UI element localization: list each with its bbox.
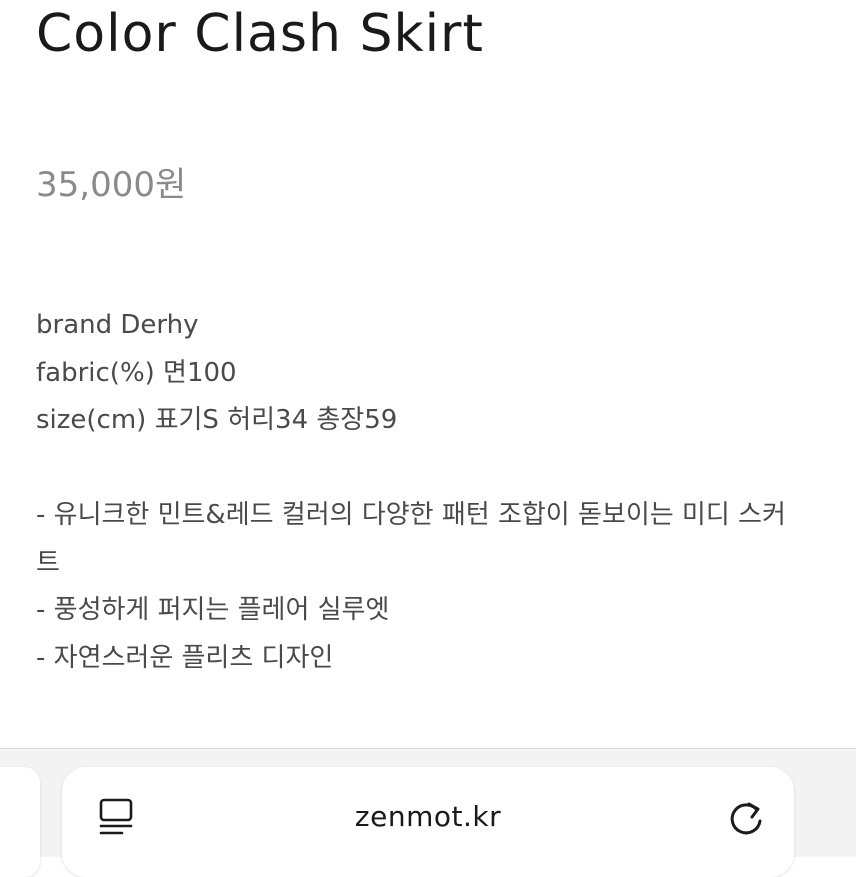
feature-item: - 유니크한 민트&레드 컬러의 다양한 패턴 조합이 돋보이는 미디 스커트 xyxy=(36,500,786,578)
url-text[interactable]: zenmot.kr xyxy=(62,797,794,837)
address-bar[interactable]: zenmot.kr xyxy=(62,767,794,877)
detail-fabric: fabric(%) 면100 xyxy=(36,357,237,388)
detail-size: size(cm) 표기S 허리34 총장59 xyxy=(36,405,398,435)
product-price: 35,000원 xyxy=(36,165,187,205)
product-page: Color Clash Skirt 35,000원 brand Derhy fa… xyxy=(0,0,856,748)
product-details: brand Derhy fabric(%) 면100 size(cm) 표기S … xyxy=(36,302,826,682)
feature-item: - 자연스러운 플리츠 디자인 xyxy=(36,642,334,673)
previous-tab-preview[interactable] xyxy=(0,767,40,877)
product-title: Color Clash Skirt xyxy=(36,4,484,64)
feature-item: - 풍성하게 퍼지는 플레어 실루엣 xyxy=(36,595,390,625)
reload-icon[interactable] xyxy=(726,796,766,838)
detail-brand: brand Derhy xyxy=(36,310,199,340)
browser-toolbar: zenmot.kr xyxy=(0,748,856,877)
